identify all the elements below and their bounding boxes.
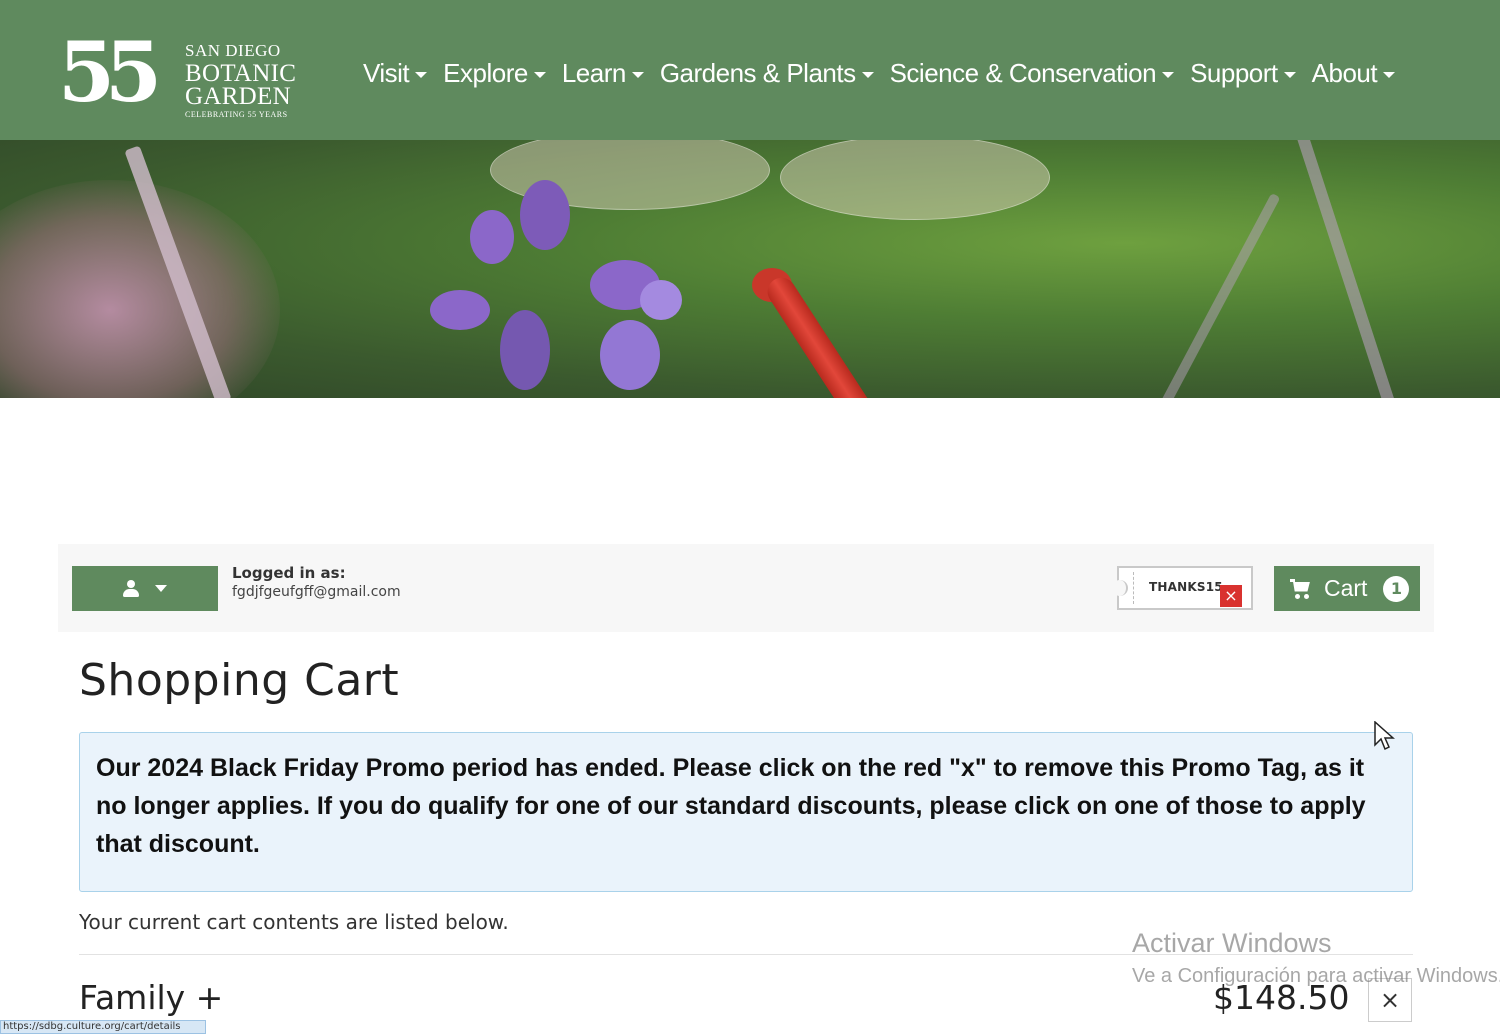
mouse-cursor-icon	[1374, 721, 1395, 751]
caret-down-icon	[533, 71, 546, 78]
hero-petal	[500, 310, 550, 390]
caret-down-icon	[1283, 71, 1296, 78]
caret-down-icon	[1162, 71, 1175, 78]
nav-label: Support	[1190, 58, 1278, 88]
dragonfly-body	[762, 272, 895, 398]
hero-stem	[1293, 140, 1399, 398]
caret-down-icon	[861, 71, 874, 78]
logo-line-3: GARDEN	[185, 83, 291, 110]
site-header: 55 SAN DIEGO BOTANIC GARDEN CELEBRATING …	[0, 0, 1500, 140]
promo-code: THANKS15	[1149, 580, 1223, 594]
hero-image	[0, 140, 1500, 398]
cart-item-name: Family +	[79, 978, 224, 1017]
logged-in-email: fgdjfgeufgff@gmail.com	[232, 584, 401, 600]
logo-text: SAN DIEGO BOTANIC GARDEN CELEBRATING 55 …	[185, 40, 296, 122]
promo-alert-text: Our 2024 Black Friday Promo period has e…	[96, 754, 1366, 858]
logged-in-label: Logged in as:	[232, 564, 346, 582]
status-bar-url: https://sdbg.culture.org/cart/details	[0, 1020, 206, 1034]
nav-label: Visit	[363, 58, 410, 88]
caret-down-icon	[155, 585, 167, 592]
account-bar: Logged in as: fgdjfgeufgff@gmail.com THA…	[58, 544, 1434, 632]
site-logo[interactable]: 55 SAN DIEGO BOTANIC GARDEN CELEBRATING …	[58, 32, 308, 122]
logo-line-2: BOTANIC	[185, 60, 297, 87]
main-nav: Visit Explore Learn Gardens & Plants Sci…	[363, 58, 1396, 89]
cart-label: Cart	[1324, 575, 1368, 601]
hero-petal	[430, 290, 490, 330]
logo-line-4: CELEBRATING 55 YEARS	[185, 110, 288, 119]
promo-tag: THANKS15 ×	[1112, 566, 1253, 610]
watermark-subtitle: Ve a Configuración para activar Windows.	[1132, 965, 1500, 987]
cart-button[interactable]: Cart 1	[1274, 566, 1420, 611]
nav-label: About	[1311, 58, 1378, 88]
windows-activation-watermark: Activar Windows Ve a Configuración para …	[1132, 928, 1500, 988]
nav-label: Gardens & Plants	[659, 58, 856, 88]
nav-explore[interactable]: Explore	[443, 58, 546, 89]
hero-petal	[640, 280, 682, 320]
hero-stem	[1149, 192, 1281, 398]
hero-blur	[0, 180, 280, 398]
hero-wing	[780, 140, 1050, 220]
caret-down-icon	[631, 71, 644, 78]
nav-science-conservation[interactable]: Science & Conservation	[889, 58, 1175, 89]
logo-line-1: SAN DIEGO	[185, 41, 281, 60]
cart-count-badge: 1	[1383, 575, 1410, 602]
hero-petal	[600, 320, 660, 390]
caret-down-icon	[1383, 71, 1396, 78]
user-menu-button[interactable]	[72, 566, 218, 611]
logo-number: 55	[58, 25, 162, 121]
nav-visit[interactable]: Visit	[363, 58, 428, 89]
nav-gardens-plants[interactable]: Gardens & Plants	[660, 58, 874, 89]
nav-label: Explore	[443, 58, 528, 88]
nav-learn[interactable]: Learn	[562, 58, 644, 89]
nav-support[interactable]: Support	[1190, 58, 1296, 89]
caret-down-icon	[415, 71, 428, 78]
promo-tag-notch	[1133, 572, 1134, 604]
promo-remove-button[interactable]: ×	[1220, 585, 1242, 607]
cart-icon	[1290, 578, 1312, 599]
nav-label: Learn	[561, 58, 627, 88]
page-title: Shopping Cart	[79, 655, 400, 706]
promo-alert: Our 2024 Black Friday Promo period has e…	[79, 732, 1413, 892]
user-icon	[123, 579, 139, 598]
cart-intro-text: Your current cart contents are listed be…	[79, 910, 509, 934]
nav-label: Science & Conservation	[889, 58, 1157, 88]
nav-about[interactable]: About	[1311, 58, 1396, 89]
watermark-title: Activar Windows	[1132, 928, 1332, 958]
hero-petal	[520, 180, 570, 250]
hero-petal	[470, 210, 514, 264]
